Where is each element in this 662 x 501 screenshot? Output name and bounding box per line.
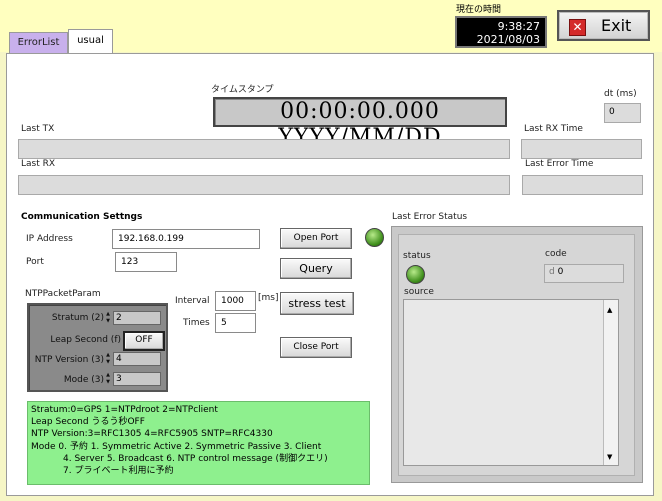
ip-address-input[interactable]: 192.168.0.199 [112,229,260,249]
info-line: 7. プライベート利用に予約 [63,466,174,477]
port-label: Port [26,257,44,267]
comm-settings-title: Communication Settngs [21,212,143,222]
source-textbox[interactable] [403,299,619,466]
last-rx-time-label: Last RX Time [524,124,583,134]
clock-date: 2021/08/03 [476,33,540,46]
ntp-version-label: NTP Version (3) [34,355,104,365]
info-line: Leap Second うるう秒OFF [31,417,145,428]
interval-input[interactable]: 1000 [215,291,256,311]
clock-label: 現在の時間 [456,5,502,15]
clock-display: 9:38:27 2021/08/03 [455,16,547,48]
exit-button[interactable]: ✕ Exit [557,10,650,41]
clock-time: 9:38:27 [497,20,540,33]
timestamp-label: タイムスタンプ [211,85,274,95]
last-error-time-label: Last Error Time [525,159,594,169]
code-value: 0 [557,267,564,277]
info-line: Mode 0. 予約 1. Symmetric Active 2. Symmet… [31,441,322,452]
query-button[interactable]: Query [280,258,352,279]
ntp-info-box: Stratum:0=GPS 1=NTPdroot 2=NTPclient Lea… [27,401,370,485]
source-scrollbar[interactable]: ▲ ▼ [603,300,618,465]
info-line: NTP Version:3=RFC1305 4=RFC5905 SNTP=RFC… [31,429,273,440]
scroll-up-icon[interactable]: ▲ [607,306,612,314]
close-port-button[interactable]: Close Port [280,337,352,358]
exit-label: Exit [601,16,632,35]
info-line: Stratum:0=GPS 1=NTPdroot 2=NTPclient [31,405,218,415]
ntp-param-title: NTPPacketParam [25,289,101,299]
code-label: code [545,249,567,259]
port-status-led [365,228,384,247]
leap-second-label: Leap Second (f) [50,335,121,345]
last-tx-field [18,139,510,159]
ntp-version-spinner-icon[interactable]: ▲ ▼ [105,352,111,366]
last-rx-field [18,175,510,195]
port-input[interactable]: 123 [115,252,177,272]
mode-spinner-icon[interactable]: ▲ ▼ [105,372,111,386]
interval-unit: [ms] [258,293,279,303]
last-tx-label: Last TX [21,124,55,134]
ntp-version-value[interactable]: 4 [113,352,161,366]
interval-label: Interval [175,296,210,306]
source-label: source [404,287,434,297]
leap-second-toggle[interactable]: OFF [123,331,165,351]
close-icon: ✕ [569,19,586,36]
last-rx-label: Last RX [21,159,56,169]
info-line: 4. Server 5. Broadcast 6. NTP control me… [63,453,328,464]
scroll-down-icon[interactable]: ▼ [607,453,612,461]
mode-label: Mode (3) [63,375,104,385]
ntp-param-box: Stratum (2) ▲ ▼ 2 Leap Second (f) OFF NTP… [27,303,168,392]
tab-usual[interactable]: usual [68,29,113,53]
times-label: Times [183,318,210,328]
status-label: status [403,251,431,261]
dt-label: dt (ms) [604,89,637,99]
tab-errorlist[interactable]: ErrorList [9,32,68,53]
mode-value[interactable]: 3 [113,372,161,386]
ip-address-label: IP Address [26,234,73,244]
code-field: d 0 [544,264,624,283]
stratum-label: Stratum (2) [51,313,104,323]
status-led [406,265,425,284]
stratum-value[interactable]: 2 [113,311,161,325]
open-port-button[interactable]: Open Port [280,228,352,249]
code-prefix: d [549,267,555,277]
stratum-spinner-icon[interactable]: ▲ ▼ [105,311,111,325]
last-rx-time-field [521,139,642,159]
last-error-time-field [522,175,643,195]
dt-value: 0 [604,103,641,123]
times-input[interactable]: 5 [215,313,256,333]
stress-test-button[interactable]: stress test [280,292,354,315]
error-status-title: Last Error Status [392,212,468,222]
timestamp-display: 00:00:00.000 YYYY/MM/DD [213,97,507,150]
